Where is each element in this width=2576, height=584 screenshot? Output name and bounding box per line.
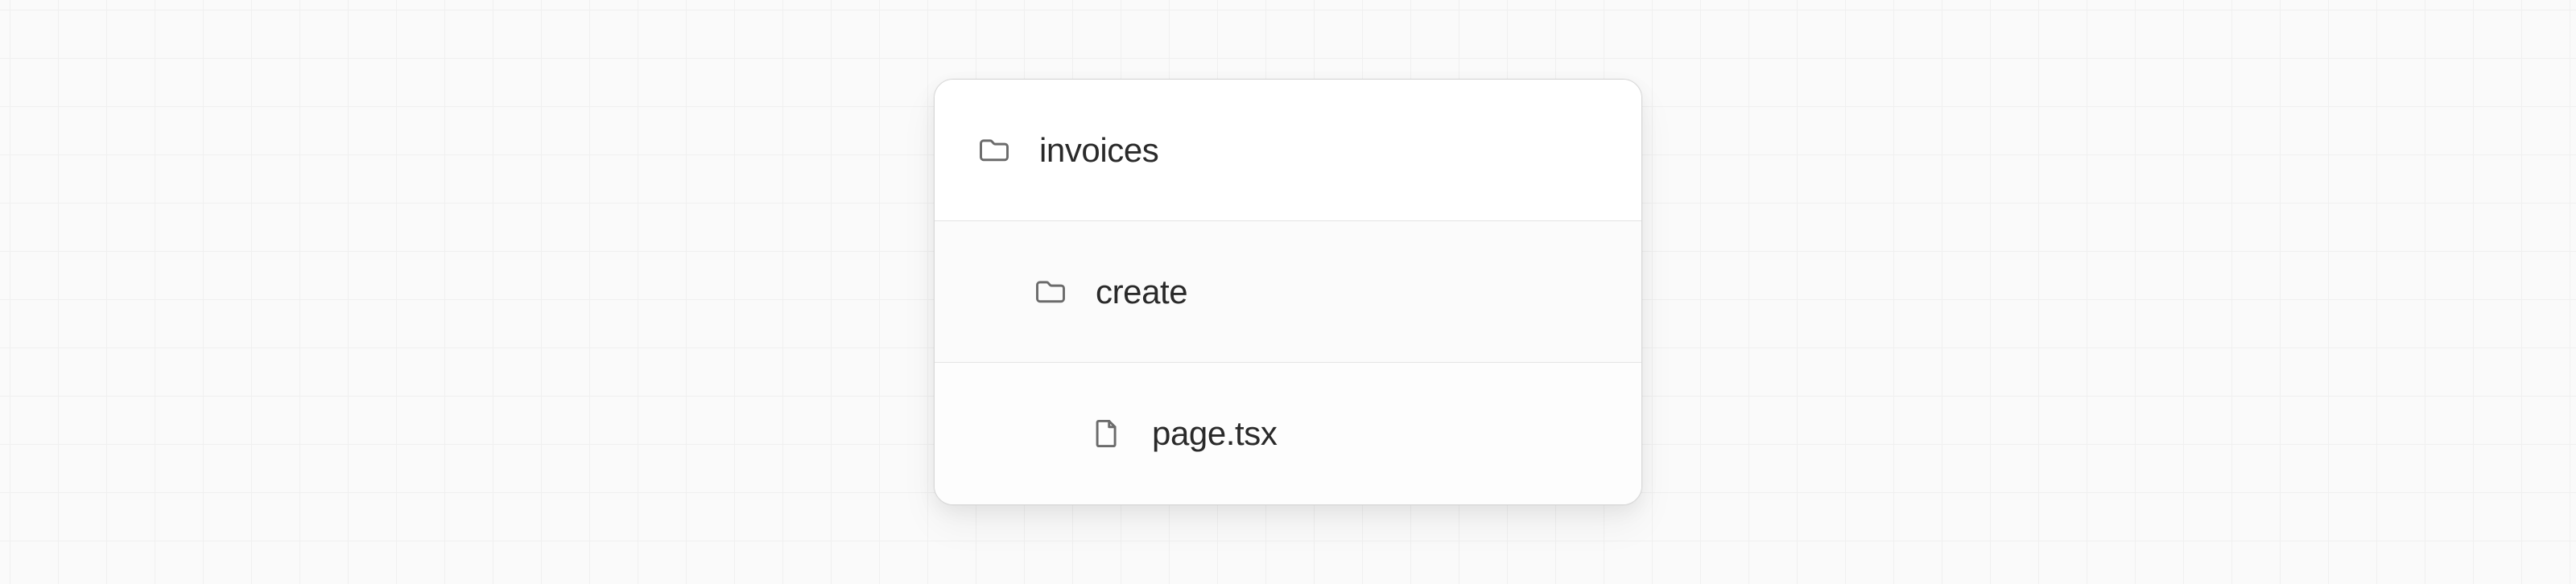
tree-row-page-tsx[interactable]: page.tsx <box>935 363 1641 504</box>
tree-label: page.tsx <box>1152 414 1277 453</box>
tree-label: create <box>1096 273 1187 311</box>
tree-row-invoices[interactable]: invoices <box>935 80 1641 221</box>
file-tree-panel: invoices create page.tsx <box>934 79 1642 505</box>
folder-icon <box>1033 274 1068 310</box>
folder-icon <box>976 133 1012 168</box>
tree-label: invoices <box>1039 131 1158 170</box>
tree-row-create[interactable]: create <box>935 221 1641 363</box>
file-icon <box>1089 416 1125 451</box>
